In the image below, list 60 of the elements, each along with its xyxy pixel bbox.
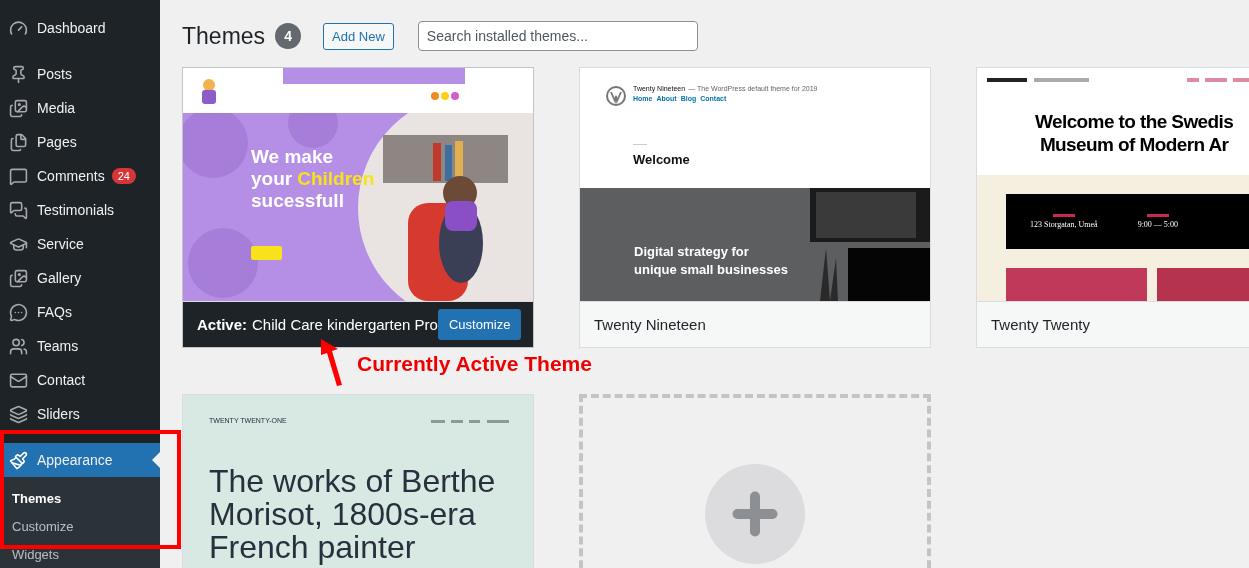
menu-icon [9, 18, 28, 38]
sidebar-item[interactable]: Sliders [0, 397, 160, 431]
social-icons-drawing [431, 92, 461, 100]
menu-icon [9, 336, 28, 356]
hero-heading: your [251, 167, 293, 190]
hero-heading: Welcome to the Swedis [1035, 110, 1234, 133]
hero-heading: sucessfull [251, 189, 345, 212]
sidebar-item[interactable]: Media [0, 91, 160, 125]
hero-heading: The works of Berthe [209, 465, 496, 498]
theme-card[interactable]: Welcome to the Swedis Museum of Modern Ar 123 Storgatan, Umeå 9:00 — 5:00 Twenty Twenty [976, 67, 1249, 348]
active-label: Active: [197, 316, 248, 333]
search-field[interactable]: Search installed themes... [417, 21, 698, 51]
banner-heading: Digital strategy for [634, 243, 750, 261]
hero-heading: Museum of Modern Ar [1039, 133, 1229, 156]
wordpress-logo-icon [606, 86, 626, 106]
theme-card[interactable]: We make your Children sucessfull Active: Child Care kindergarten Pro Customize [182, 67, 534, 348]
menu-icon [9, 370, 28, 390]
sidebar-item[interactable]: Service [0, 227, 160, 261]
hero-button [251, 246, 282, 260]
theme-name: Twenty Twenty [991, 316, 1090, 333]
hero-heading: French painter [209, 531, 417, 564]
sidebar-item[interactable]: Comments 24 [0, 159, 160, 193]
hero-heading-highlight: Children [297, 167, 375, 190]
menu-icon [9, 132, 28, 152]
arrow [318, 339, 344, 387]
menu-icon [9, 404, 28, 424]
submenu-item[interactable]: Themes [0, 484, 160, 512]
submenu-item[interactable]: Customize [0, 512, 160, 540]
add-new-button[interactable]: Add New [323, 22, 394, 50]
count-badge: 24 [111, 168, 136, 184]
hero-heading: We make [251, 146, 335, 168]
page-title: Themes [182, 22, 266, 50]
menu-icon [9, 450, 28, 470]
info-value: 9:00 — 5:00 [1137, 219, 1179, 230]
sidebar-item[interactable]: Dashboard [0, 11, 160, 45]
theme-count: 4 [275, 23, 302, 49]
theme-name: Twenty Nineteen [594, 316, 706, 333]
annotation-text: Currently Active Theme [357, 352, 592, 376]
menu-icon [9, 268, 28, 288]
sidebar-item[interactable]: Posts [0, 57, 160, 91]
info-value: 123 Storgatan, Umeå [1030, 219, 1098, 230]
customize-button[interactable]: Customize [437, 309, 522, 340]
submenu-item[interactable]: Widgets [0, 540, 160, 568]
menu-icon [9, 98, 28, 118]
banner-heading: unique small businesses [634, 261, 788, 279]
info-label-mark [1146, 213, 1169, 217]
page-heading: Welcome [633, 153, 690, 168]
hero-heading: Morisot, 1800s-era [209, 498, 477, 531]
sidebar-item[interactable]: FAQs [0, 295, 160, 329]
info-label-mark [1052, 213, 1075, 217]
sidebar-item[interactable]: Testimonials [0, 193, 160, 227]
menu-icon [9, 200, 28, 220]
menu-icon [9, 64, 28, 84]
theme-name: Child Care kindergarten Pro [252, 316, 438, 333]
sidebar-item[interactable]: Gallery [0, 261, 160, 295]
sidebar-item[interactable]: Pages [0, 125, 160, 159]
sidebar-item[interactable]: Teams [0, 329, 160, 363]
menu-icon [9, 302, 28, 322]
sidebar-item[interactable]: Contact [0, 363, 160, 397]
menu-icon [9, 166, 28, 186]
